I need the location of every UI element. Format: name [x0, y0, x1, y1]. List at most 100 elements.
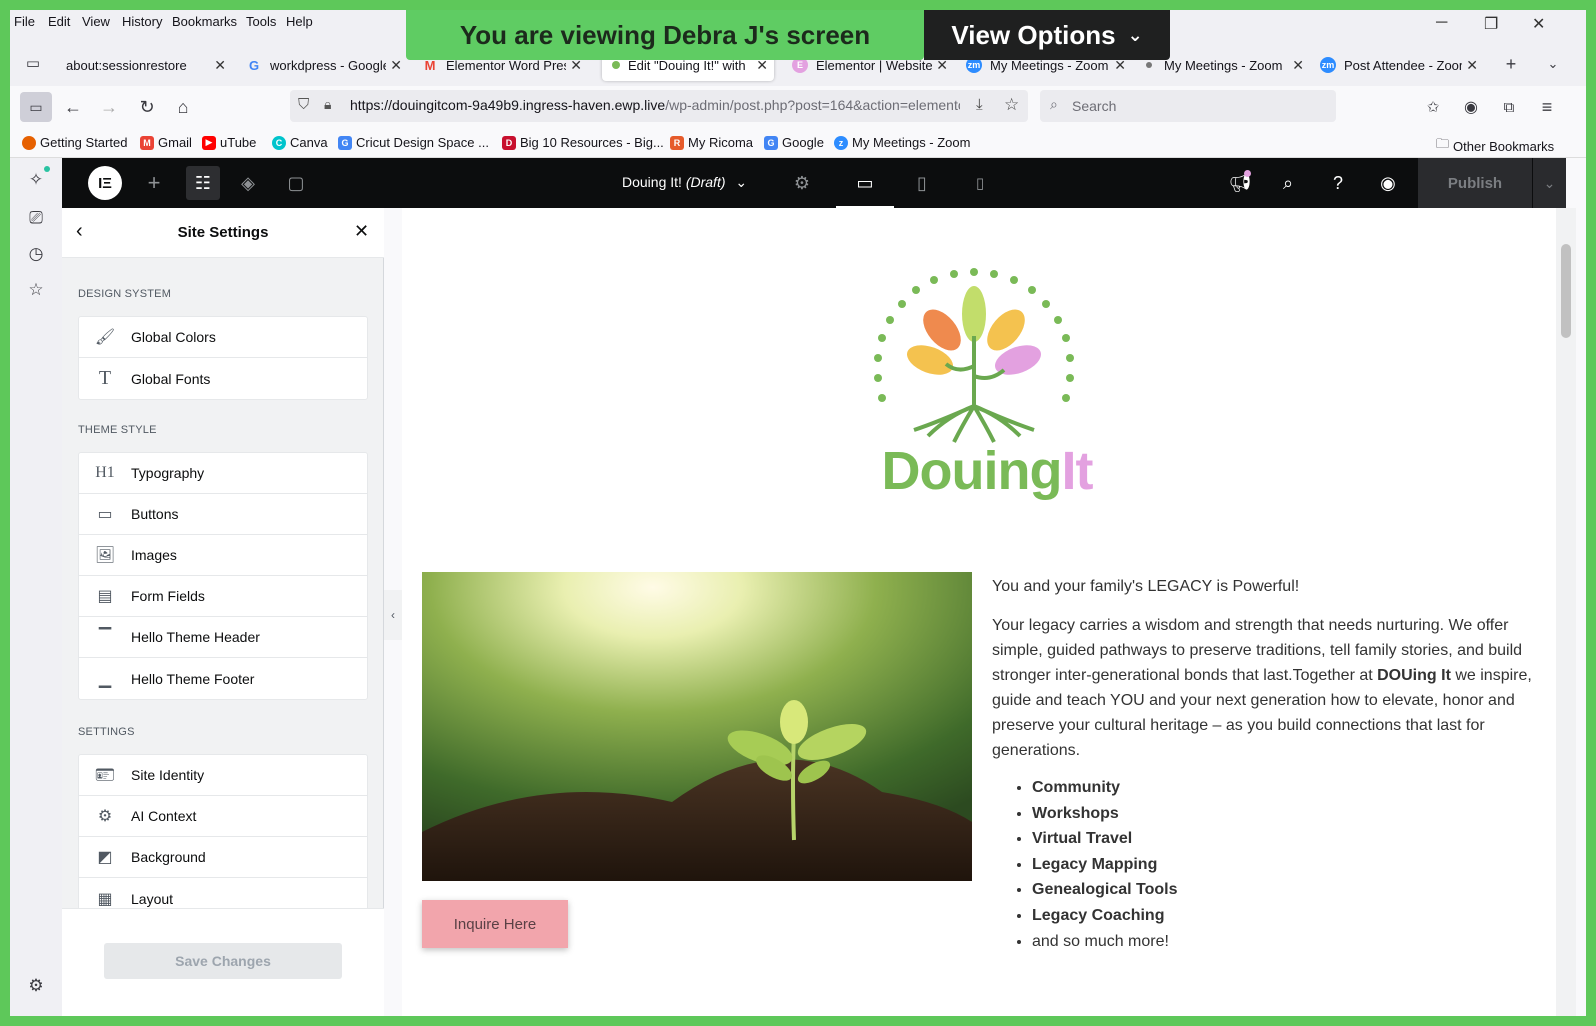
shield-icon[interactable]: ⛉: [298, 96, 309, 113]
publish-button[interactable]: Publish: [1418, 158, 1532, 208]
desktop-view-tab[interactable]: ▭: [836, 158, 894, 208]
save-changes-button[interactable]: Save Changes: [104, 943, 342, 979]
pocket-icon[interactable]: ✩: [1420, 94, 1446, 120]
menu-help[interactable]: Help: [286, 14, 313, 29]
home-icon[interactable]: ⌂: [170, 94, 196, 120]
reload-icon[interactable]: ↻: [134, 94, 160, 120]
structure-layers-icon[interactable]: ◈: [236, 171, 260, 195]
header-icon: ▔: [98, 629, 112, 646]
services-list: Community Workshops Virtual Travel Legac…: [1032, 775, 1548, 954]
form-fields-item[interactable]: ▤ Form Fields: [79, 576, 367, 617]
search-icon: ⌕: [1050, 96, 1058, 112]
page-settings-gear-icon[interactable]: ⚙: [790, 171, 814, 195]
bookmarks-icon[interactable]: ☆: [24, 278, 48, 302]
sidebar-toggle-icon[interactable]: ▭: [20, 92, 52, 122]
bookmark-big10[interactable]: D Big 10 Resources - Big...: [502, 135, 664, 150]
minimize-icon[interactable]: ─: [1436, 14, 1447, 32]
add-element-icon[interactable]: +: [142, 170, 166, 195]
buttons-item[interactable]: ▭ Buttons: [79, 494, 367, 535]
close-window-icon[interactable]: ✕: [1532, 14, 1545, 34]
customize-sidebar-icon[interactable]: ⚙: [24, 974, 48, 998]
account-icon[interactable]: ◉: [1458, 94, 1484, 120]
tablet-icon[interactable]: ▯: [910, 171, 934, 195]
other-bookmarks[interactable]: 🗀 Other Bookmarks: [1436, 135, 1554, 157]
form-icon: ▤: [97, 588, 113, 605]
menu-view[interactable]: View: [82, 14, 110, 29]
hamburger-menu-icon[interactable]: ≡: [1534, 94, 1560, 120]
images-item[interactable]: 🖼︎ Images: [79, 535, 367, 576]
site-icon: [612, 61, 620, 69]
zoom-view-options-button[interactable]: View Options ⌄: [924, 10, 1170, 60]
bookmark-canva[interactable]: C Canva: [272, 135, 328, 150]
search-icon[interactable]: ⌕: [1276, 171, 1300, 195]
restore-icon[interactable]: ❐: [1484, 14, 1498, 34]
search-input[interactable]: ⌕ Search: [1040, 90, 1336, 122]
tab-google-search[interactable]: G workdpress - Google ✕: [246, 49, 402, 81]
ai-chatbot-icon[interactable]: ✧: [24, 168, 48, 192]
menu-tools[interactable]: Tools: [246, 14, 276, 29]
preview-scrollbar[interactable]: [1556, 208, 1576, 1016]
typography-item[interactable]: H1 Typography: [79, 453, 367, 494]
lock-icon[interactable]: 🔒︎: [324, 96, 331, 113]
global-colors-item[interactable]: 🖌︎ Global Colors: [79, 317, 367, 358]
close-tab-icon[interactable]: ✕: [1288, 57, 1304, 74]
document-title[interactable]: Douing It! (Draft) ⌄: [622, 174, 747, 191]
tab-label: My Meetings - Zoom: [1164, 57, 1283, 73]
global-fonts-item[interactable]: T Global Fonts: [79, 358, 367, 399]
bookmark-google[interactable]: G Google: [764, 135, 824, 150]
intro-text-block: You and your family's LEGACY is Powerful…: [992, 574, 1548, 954]
list-item: Workshops: [1032, 801, 1548, 827]
zoom-icon: zm: [1320, 57, 1336, 73]
bookmark-ricoma[interactable]: R My Ricoma: [670, 135, 753, 150]
hello-theme-footer-item[interactable]: ▁ Hello Theme Footer: [79, 658, 367, 699]
bookmark-zoom[interactable]: z My Meetings - Zoom: [834, 135, 970, 150]
site-logo-text: DouingIt: [881, 441, 1094, 501]
menu-bookmarks[interactable]: Bookmarks: [172, 14, 237, 29]
close-panel-icon[interactable]: ✕: [354, 221, 369, 242]
hello-theme-header-item[interactable]: ▔ Hello Theme Header: [79, 617, 367, 658]
bookmark-utube[interactable]: ▶ uTube: [202, 135, 256, 150]
tab-post-attendee[interactable]: zm Post Attendee - Zoom ✕: [1320, 49, 1478, 81]
publish-options-chevron-icon[interactable]: ⌄: [1532, 158, 1566, 208]
bookmark-star-icon[interactable]: ☆: [1004, 95, 1019, 115]
site-identity-item[interactable]: 🪪︎ Site Identity: [79, 755, 367, 796]
bookmark-getting-started[interactable]: Getting Started: [22, 135, 127, 150]
save-page-icon[interactable]: ⤓: [976, 96, 983, 113]
collapse-panel-handle[interactable]: ‹: [384, 590, 402, 640]
google-icon: G: [764, 135, 778, 150]
background-item[interactable]: ◩ Background: [79, 837, 367, 878]
youtube-icon: ▶: [202, 135, 216, 150]
new-tab-icon[interactable]: +: [1498, 51, 1524, 77]
synced-tabs-icon[interactable]: ⎚: [24, 206, 48, 230]
history-icon[interactable]: ◷: [24, 242, 48, 266]
menu-edit[interactable]: Edit: [48, 14, 70, 29]
close-tab-icon[interactable]: ✕: [386, 57, 402, 74]
firefox-icon: [22, 135, 36, 150]
bookmark-gmail[interactable]: M Gmail: [140, 135, 192, 150]
site-settings-icon[interactable]: ☷: [186, 166, 220, 200]
mobile-icon[interactable]: ▯: [968, 171, 992, 195]
inquire-here-button[interactable]: Inquire Here: [422, 900, 568, 948]
help-icon[interactable]: ?: [1326, 171, 1350, 195]
address-bar[interactable]: ⛉ 🔒︎ https://douingitcom-9a49b9.ingress-…: [290, 90, 1028, 122]
back-icon[interactable]: ←: [60, 94, 86, 120]
hero-seedling-image[interactable]: [422, 572, 972, 881]
preview-eye-icon[interactable]: ◉: [1376, 171, 1400, 195]
forward-icon[interactable]: →: [96, 94, 122, 120]
scrollbar-thumb[interactable]: [1561, 244, 1571, 338]
comments-icon[interactable]: ▢: [284, 171, 308, 195]
extensions-icon[interactable]: ⧉: [1496, 94, 1522, 120]
tab-overflow-icon[interactable]: ⌄: [1540, 51, 1566, 77]
background-icon: ◩: [97, 849, 113, 866]
menu-history[interactable]: History: [122, 14, 162, 29]
layout-icon: ▦: [97, 890, 113, 908]
elementor-logo-icon[interactable]: IΞ: [88, 166, 122, 200]
tab-session-restore[interactable]: about:sessionrestore ✕: [66, 49, 226, 81]
tab-list-icon[interactable]: ▭: [20, 50, 46, 76]
close-tab-icon[interactable]: ✕: [210, 57, 226, 74]
bookmark-cricut[interactable]: G Cricut Design Space ...: [338, 135, 489, 150]
ai-context-item[interactable]: ⚙ AI Context: [79, 796, 367, 837]
elementor-top-bar: IΞ + ☷ ◈ ▢ Douing It! (Draft) ⌄ ⚙ ▭ ▯ ▯ …: [62, 158, 1566, 208]
close-tab-icon[interactable]: ✕: [1462, 57, 1478, 74]
menu-file[interactable]: File: [14, 14, 35, 29]
